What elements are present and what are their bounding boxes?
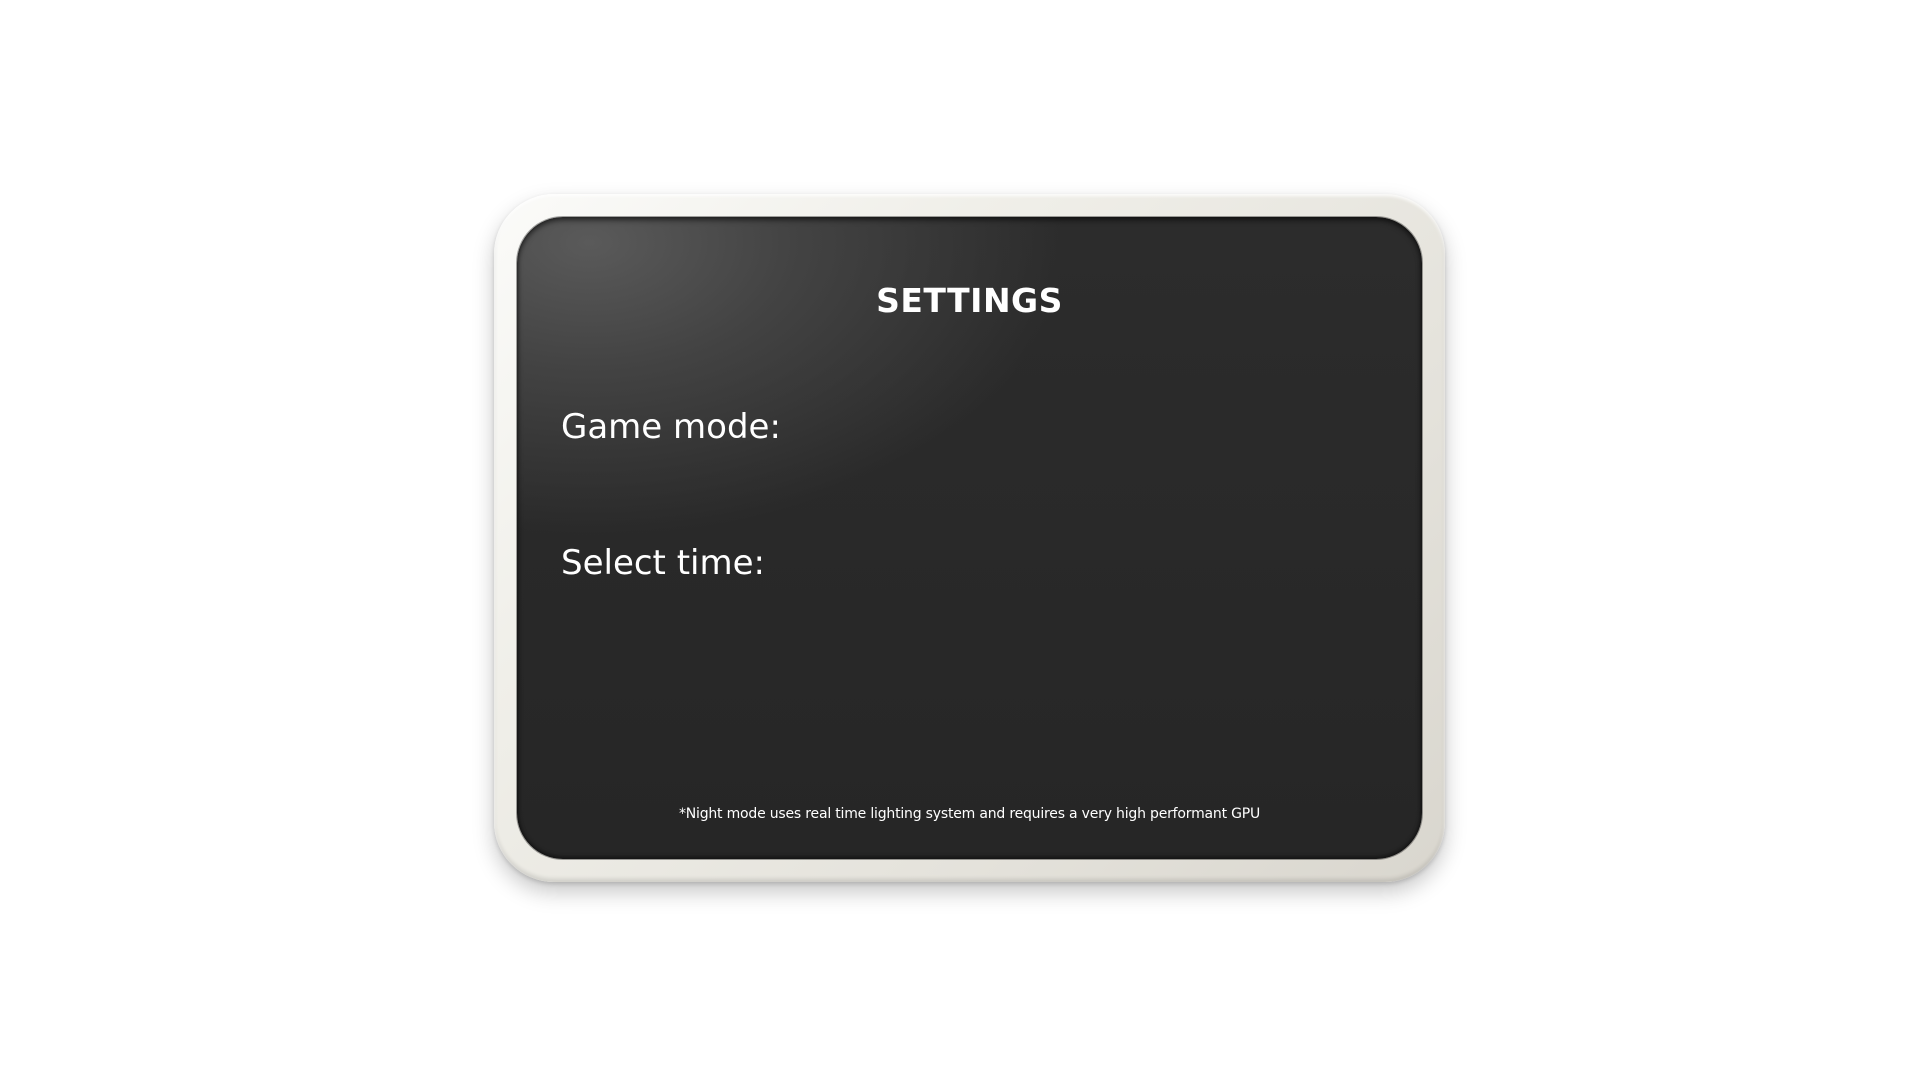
settings-title: SETTINGS [876, 281, 1063, 320]
select-time-label: Select time: [561, 543, 765, 583]
game-settings-screen: SETTINGS Game mode: Select time: *Night … [0, 0, 1920, 1080]
night-mode-footnote: *Night mode uses real time lighting syst… [678, 806, 1261, 822]
game-mode-label: Game mode: [561, 407, 781, 447]
settings-panel-frame: SETTINGS Game mode: Select time: *Night … [494, 194, 1445, 882]
settings-panel: SETTINGS Game mode: Select time: *Night … [517, 217, 1422, 859]
